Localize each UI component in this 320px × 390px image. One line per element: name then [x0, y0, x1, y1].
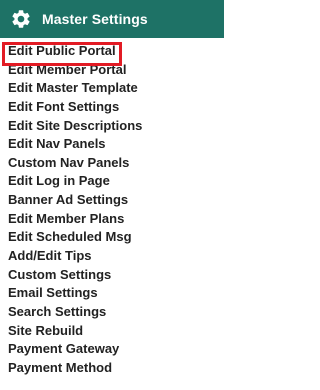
gear-icon: [12, 10, 30, 28]
menu-item-edit-master-template[interactable]: Edit Master Template: [0, 79, 224, 98]
menu-item-edit-public-portal[interactable]: Edit Public Portal: [0, 42, 224, 61]
menu-item-add-edit-tips[interactable]: Add/Edit Tips: [0, 247, 224, 266]
master-settings-panel: Master Settings Edit Public Portal Edit …: [0, 0, 224, 390]
menu-item-search-settings[interactable]: Search Settings: [0, 303, 224, 322]
menu-item-edit-font-settings[interactable]: Edit Font Settings: [0, 98, 224, 117]
menu-item-banner-ad-settings[interactable]: Banner Ad Settings: [0, 191, 224, 210]
menu-item-custom-settings[interactable]: Custom Settings: [0, 266, 224, 285]
menu-item-site-rebuild[interactable]: Site Rebuild: [0, 322, 224, 341]
menu-item-edit-site-descriptions[interactable]: Edit Site Descriptions: [0, 117, 224, 136]
panel-title: Master Settings: [42, 11, 148, 27]
menu-item-edit-member-plans[interactable]: Edit Member Plans: [0, 210, 224, 229]
menu-item-edit-member-portal[interactable]: Edit Member Portal: [0, 61, 224, 80]
menu-item-edit-scheduled-msg[interactable]: Edit Scheduled Msg: [0, 228, 224, 247]
menu-item-email-settings[interactable]: Email Settings: [0, 284, 224, 303]
menu-item-custom-nav-panels[interactable]: Custom Nav Panels: [0, 154, 224, 173]
menu-item-edit-nav-panels[interactable]: Edit Nav Panels: [0, 135, 224, 154]
menu-item-payment-method[interactable]: Payment Method: [0, 359, 224, 378]
menu-item-edit-log-in-page[interactable]: Edit Log in Page: [0, 172, 224, 191]
panel-header[interactable]: Master Settings: [0, 0, 224, 38]
settings-menu: Edit Public Portal Edit Member Portal Ed…: [0, 42, 224, 378]
menu-item-payment-gateway[interactable]: Payment Gateway: [0, 340, 224, 359]
